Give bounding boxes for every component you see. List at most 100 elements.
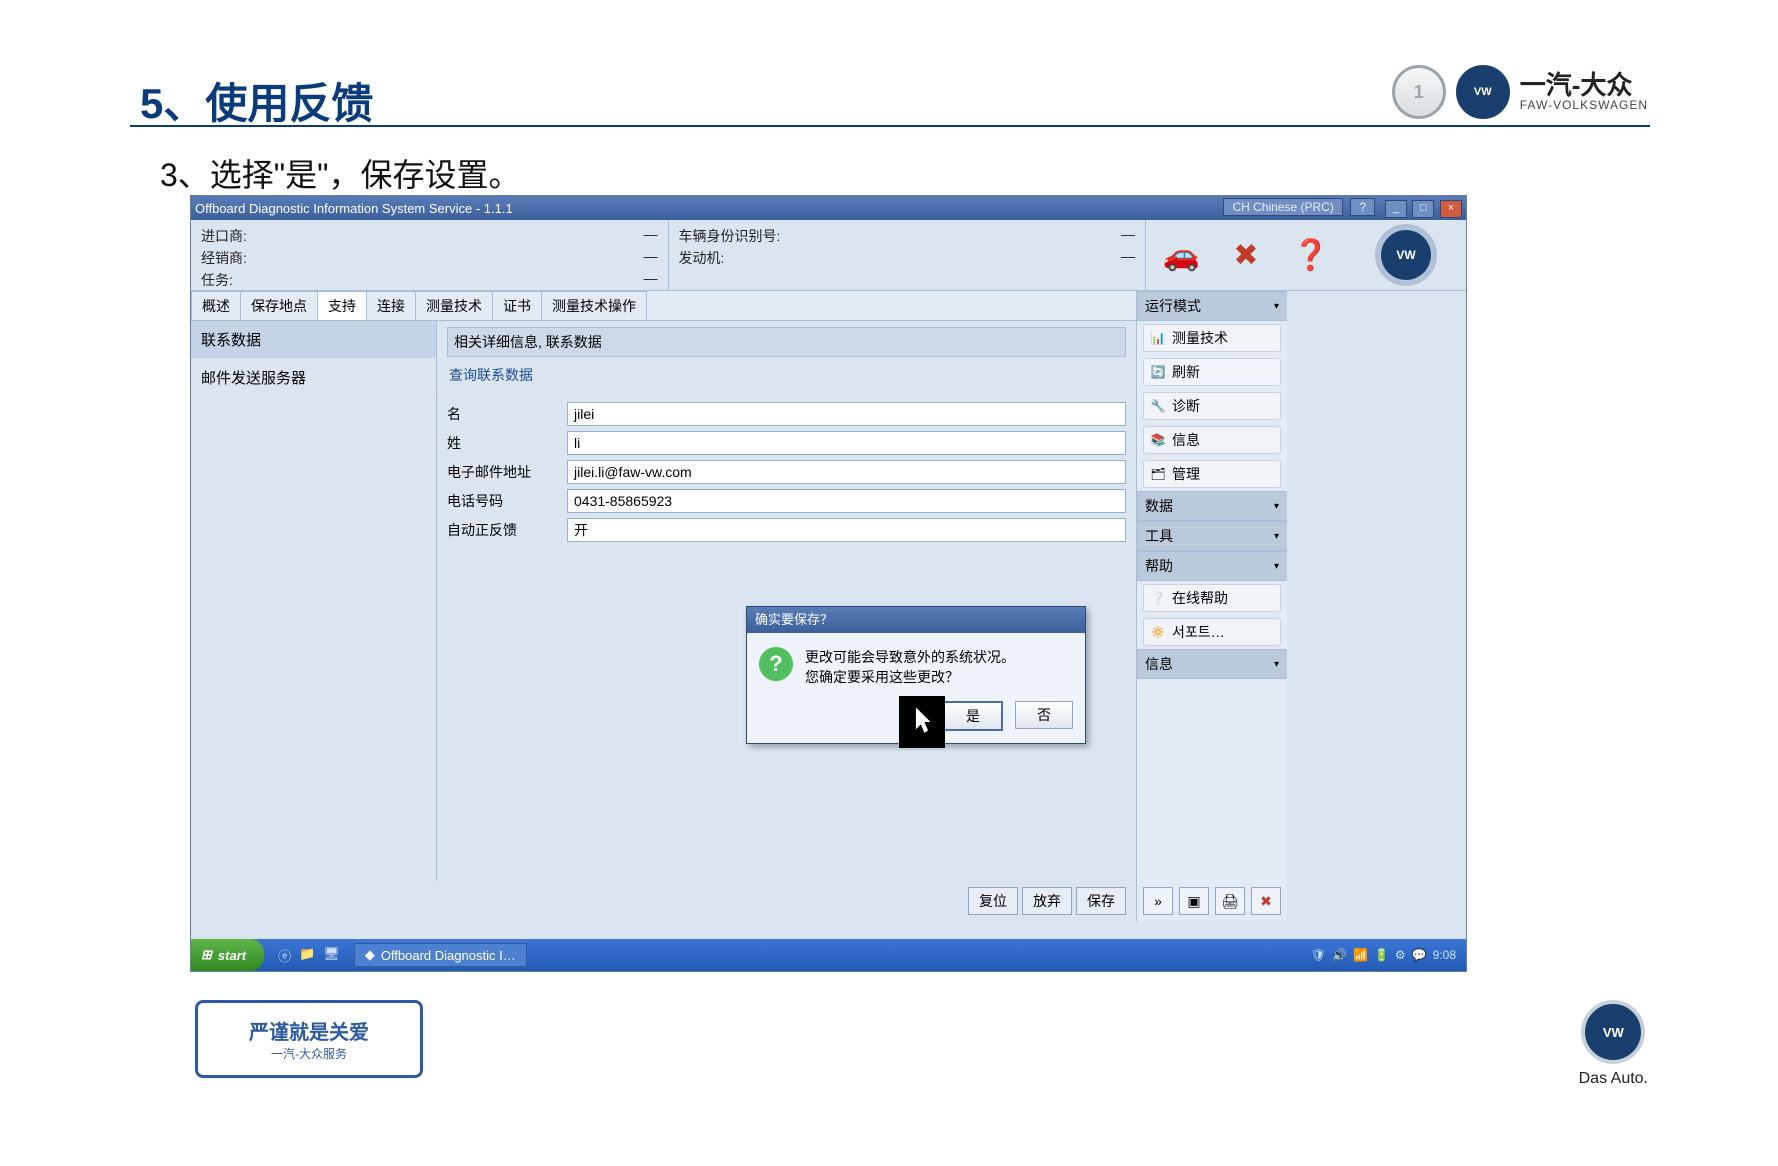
taskbar-app-button[interactable]: ◆ Offboard Diagnostic I… <box>354 943 527 967</box>
explorer-icon[interactable]: 📁 <box>299 946 315 965</box>
windows-logo-icon: ⊞ <box>201 947 212 963</box>
subnav-item[interactable]: 联系数据 <box>191 321 436 359</box>
iconbar-button[interactable]: ▣ <box>1179 887 1209 915</box>
sidebar-item[interactable]: 🔅서포트… <box>1143 618 1281 646</box>
field-label: 姓 <box>447 433 567 453</box>
tray-icon[interactable]: 🔊 <box>1332 948 1347 962</box>
window-close-button[interactable]: × <box>1440 200 1462 218</box>
window-minimize-button[interactable]: _ <box>1385 200 1407 218</box>
contact-form: 相关详细信息, 联系数据 查询联系数据 名jilei姓li电子邮件地址jilei… <box>437 321 1136 881</box>
brand-name-cn: 一汽-大众 <box>1520 72 1648 99</box>
tab-4[interactable]: 测量技术 <box>415 291 493 320</box>
item-icon: 🔅 <box>1150 624 1166 640</box>
action-button[interactable]: 放弃 <box>1022 887 1072 915</box>
language-button[interactable]: CH Chinese (PRC) <box>1223 198 1342 216</box>
item-icon: 📊 <box>1150 330 1166 346</box>
tray-icon[interactable]: 📶 <box>1353 948 1368 962</box>
chevron-icon: ▾ <box>1274 531 1279 542</box>
vw-logo-icon: VW <box>1381 230 1431 280</box>
text-input[interactable]: li <box>567 431 1126 455</box>
tray-icon[interactable]: 🛡 <box>1311 948 1326 962</box>
item-label: 在线帮助 <box>1172 588 1228 608</box>
query-contact-link[interactable]: 查询联系数据 <box>449 365 533 385</box>
tab-3[interactable]: 连接 <box>366 291 416 320</box>
sidebar-section-header[interactable]: 运行模式▾ <box>1137 291 1287 321</box>
item-label: 刷新 <box>1172 362 1200 382</box>
sidebar-item[interactable]: 🔄 刷新 <box>1143 358 1281 386</box>
text-input[interactable]: 开 <box>567 518 1126 542</box>
step-instruction: 3、选择"是"，保存设置。 <box>160 150 521 196</box>
tab-6[interactable]: 测量技术操作 <box>541 291 647 320</box>
question-icon: ? <box>759 647 793 681</box>
settings-tabs: 概述保存地点支持连接测量技术证书测量技术操作 <box>191 291 1136 321</box>
item-icon: 🗂 <box>1150 466 1166 482</box>
action-button[interactable]: 复位 <box>968 887 1018 915</box>
tray-icon[interactable]: 💬 <box>1412 948 1427 962</box>
dialog-message-line2: 您确定要采用这些更改？ <box>805 667 1015 687</box>
item-label: 管理 <box>1172 464 1200 484</box>
sidebar-item[interactable]: 🔧诊断 <box>1143 392 1281 420</box>
desktop-icon[interactable]: 🖥 <box>323 946 340 965</box>
action-button[interactable]: 保存 <box>1076 887 1126 915</box>
quick-launch: ⓔ 📁 🖥 <box>278 946 340 965</box>
footer-vw-logo: VW Das Auto. <box>1579 1000 1648 1088</box>
vw-logo-icon: VW <box>1456 65 1510 119</box>
sidebar-section-header[interactable]: 数据▾ <box>1137 491 1287 521</box>
status-icons: 🚗 ✖ ❓ <box>1146 220 1346 290</box>
slogan-line1: 严谨就是关爱 <box>249 1016 369 1045</box>
text-input[interactable]: jilei.li@faw-vw.com <box>567 460 1126 484</box>
field-label: 名 <box>447 404 567 424</box>
cursor-icon <box>899 696 945 748</box>
chevron-icon: ▾ <box>1274 301 1279 312</box>
sidebar-item[interactable]: 🗂 管理 <box>1143 460 1281 488</box>
field-label: 电话号码 <box>447 491 567 511</box>
question-status-icon: ❓ <box>1292 238 1329 273</box>
start-label: start <box>218 948 246 963</box>
tab-2[interactable]: 支持 <box>317 291 367 320</box>
tab-1[interactable]: 保存地点 <box>240 291 318 320</box>
brand-logos: 1 VW 一汽-大众 FAW-VOLKSWAGEN <box>1392 65 1648 119</box>
faw-logo-icon: 1 <box>1392 65 1446 119</box>
iconbar-button[interactable]: » <box>1143 887 1173 915</box>
sidebar-section-header[interactable]: 工具▾ <box>1137 521 1287 551</box>
tray-clock: 9:08 <box>1433 948 1456 962</box>
iconbar-button[interactable]: 🖨 <box>1215 887 1245 915</box>
tab-0[interactable]: 概述 <box>191 291 241 320</box>
item-label: 诊断 <box>1172 396 1200 416</box>
sidebar-section-header[interactable]: 帮助▾ <box>1137 551 1287 581</box>
dialog-yes-button[interactable]: 是 <box>943 701 1003 731</box>
tab-5[interactable]: 证书 <box>492 291 542 320</box>
chevron-icon: ▾ <box>1274 659 1279 670</box>
app-icon: ◆ <box>365 947 375 963</box>
das-auto-caption: Das Auto. <box>1579 1070 1648 1088</box>
start-button[interactable]: ⊞ start <box>191 939 264 971</box>
app-title: Offboard Diagnostic Information System S… <box>195 201 513 216</box>
iconbar-button[interactable]: ✖ <box>1251 887 1281 915</box>
taskbar: ⊞ start ⓔ 📁 🖥 ◆ Offboard Diagnostic I… 🛡… <box>191 939 1466 971</box>
chevron-icon: ▾ <box>1274 561 1279 572</box>
app-window: Offboard Diagnostic Information System S… <box>190 195 1467 972</box>
taskbar-app-label: Offboard Diagnostic I… <box>381 948 516 963</box>
sidebar-item[interactable]: 📊 测量技术 <box>1143 324 1281 352</box>
help-button[interactable]: ? <box>1350 198 1375 216</box>
cross-status-icon: ✖ <box>1233 238 1258 273</box>
dialog-no-button[interactable]: 否 <box>1015 701 1073 729</box>
tray-icon[interactable]: ⚙ <box>1395 948 1406 962</box>
service-slogan-badge: 严谨就是关爱 一汽-大众服务 <box>195 1000 423 1078</box>
item-icon: 🔄 <box>1150 364 1166 380</box>
form-actions: 复位放弃保存 <box>191 881 1136 921</box>
sidebar-item[interactable]: 📚信息 <box>1143 426 1281 454</box>
window-maximize-button[interactable]: □ <box>1412 200 1434 218</box>
slide-title: 5、使用反馈 <box>140 70 373 131</box>
sidebar-section-header[interactable]: 信息▾ <box>1137 649 1287 679</box>
item-label: 测量技术 <box>1172 328 1228 348</box>
tray-icon[interactable]: 🔋 <box>1374 948 1389 962</box>
text-input[interactable]: 0431-85865923 <box>567 489 1126 513</box>
subnav-item[interactable]: 邮件发送服务器 <box>191 359 436 397</box>
sidebar-iconbar: »▣🖨✖ <box>1137 881 1287 921</box>
car-status-icon: 🚗 <box>1163 238 1200 273</box>
vehicle-info-bar: 进口商:—经销商:—任务:— 车辆身份识别号:—发动机:— 🚗 ✖ ❓ VW <box>191 220 1466 291</box>
sidebar-item[interactable]: ❔在线帮助 <box>1143 584 1281 612</box>
text-input[interactable]: jilei <box>567 402 1126 426</box>
ie-icon[interactable]: ⓔ <box>278 946 291 965</box>
